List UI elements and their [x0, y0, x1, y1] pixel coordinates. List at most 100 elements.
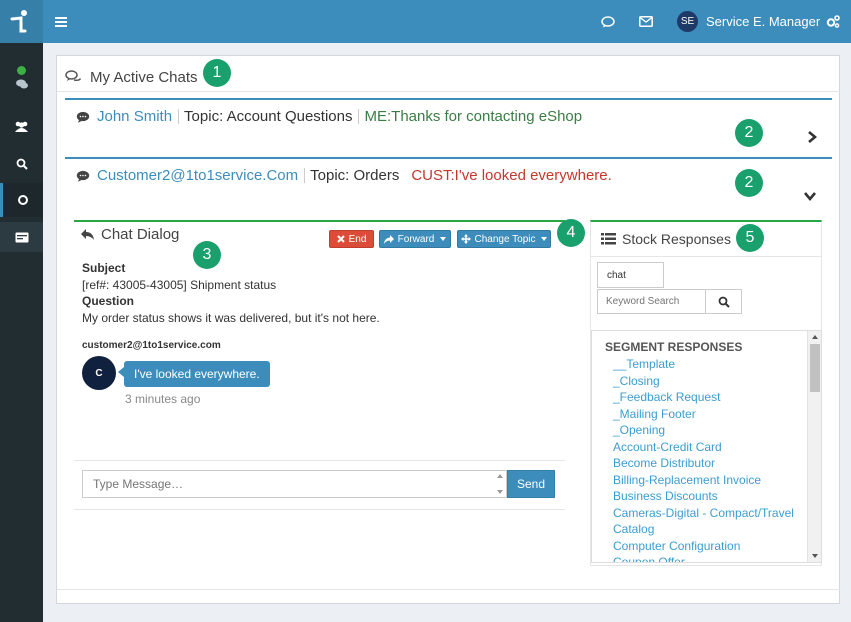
scroll-down-icon[interactable]: [812, 554, 818, 558]
divider: [57, 589, 840, 590]
cogs-icon: [826, 15, 840, 28]
forward-label: Forward: [397, 233, 435, 245]
change-topic-button[interactable]: Change Topic: [457, 230, 551, 248]
stock-responses-panel: Stock Responses 5 chat SEGMENT RESPONSES…: [590, 220, 822, 566]
avatar: C: [82, 356, 116, 390]
logo[interactable]: [0, 0, 43, 43]
chat-customer-name[interactable]: Customer2@1to1service.Com: [97, 167, 298, 184]
reply-icon: [81, 229, 94, 240]
chevron-right-icon[interactable]: [805, 130, 819, 144]
end-label: End: [348, 233, 367, 245]
message-bubble: I've looked everywhere.: [124, 361, 270, 387]
search-icon: [16, 158, 28, 170]
user-menu[interactable]: SE Service E. Manager: [677, 0, 820, 43]
scroll-up-icon[interactable]: [812, 335, 818, 339]
response-item[interactable]: Become Distributor: [613, 456, 715, 470]
spin-up-icon[interactable]: [497, 474, 503, 478]
scrollbar-thumb[interactable]: [810, 344, 820, 392]
response-item[interactable]: Catalog: [613, 522, 654, 536]
spin-down-icon[interactable]: [497, 490, 503, 494]
callout-badge-4: 4: [557, 219, 585, 247]
separator: [178, 109, 180, 124]
envelope-icon: [639, 16, 653, 27]
page-title: My Active Chats: [90, 68, 198, 86]
avatar: SE: [677, 11, 698, 32]
ticket-info: Subject [ref#: 43005-43005] Shipment sta…: [82, 260, 380, 326]
response-item[interactable]: Cameras-Digital - Compact/Travel: [613, 506, 794, 520]
divider: [57, 91, 840, 92]
message-sender: customer2@1to1service.com: [82, 340, 221, 351]
comment-icon: [601, 15, 615, 27]
callout-badge-1: 1: [203, 59, 231, 87]
response-item[interactable]: __Template: [613, 357, 675, 371]
dialog-title: Chat Dialog: [101, 226, 180, 243]
separator: [405, 168, 407, 183]
status-button[interactable]: [0, 62, 43, 92]
chat-row-customer2[interactable]: Customer2@1to1service.Com Topic: Orders …: [65, 157, 832, 213]
hamburger-icon: [55, 16, 67, 27]
response-item[interactable]: _Opening: [613, 423, 665, 437]
keyword-search-wrap: [597, 289, 706, 314]
response-item[interactable]: _Closing: [613, 374, 660, 388]
share-icon: [383, 234, 394, 244]
arrows-icon: [460, 234, 471, 244]
sidebar: [0, 0, 43, 622]
scrollbar[interactable]: [807, 331, 821, 562]
send-button[interactable]: Send: [507, 470, 555, 498]
end-button[interactable]: End: [329, 230, 374, 248]
menu-toggle[interactable]: [55, 0, 67, 43]
chats-icon: [15, 79, 28, 88]
chat-customer-name[interactable]: John Smith: [97, 108, 172, 125]
response-item[interactable]: _Feedback Request: [613, 390, 720, 404]
users-icon: [15, 121, 28, 132]
keyword-search-button[interactable]: [705, 289, 742, 314]
stock-header: Stock Responses: [601, 231, 731, 247]
chat-last-message: CUST:I've looked everywhere.: [411, 167, 612, 184]
response-item[interactable]: Computer Configuration: [613, 539, 740, 553]
sidebar-item-users[interactable]: [0, 112, 43, 142]
chevron-down-icon[interactable]: [803, 189, 817, 203]
chat-row-header: Customer2@1to1service.Com Topic: Orders …: [76, 167, 612, 184]
response-item[interactable]: Coupon Offer: [613, 555, 685, 562]
caret-down-icon: [541, 237, 548, 241]
logo-icon: [10, 10, 27, 33]
response-item[interactable]: Business Discounts: [613, 489, 718, 503]
search-icon: [718, 296, 730, 308]
settings-button[interactable]: [826, 0, 840, 43]
chat-notifications[interactable]: [601, 0, 615, 43]
status-online-icon: [17, 65, 26, 75]
forward-button[interactable]: Forward: [379, 230, 451, 248]
comments-icon: [65, 70, 82, 82]
id-card-icon: [15, 232, 28, 242]
sidebar-item-cards[interactable]: [0, 222, 43, 252]
chat-row-header: John Smith Topic: Account Questions ME:T…: [76, 108, 582, 125]
comment-bubble-icon: [76, 111, 90, 123]
responses-list: SEGMENT RESPONSES __Template _Closing _F…: [591, 330, 822, 563]
response-item[interactable]: Account-Credit Card: [613, 440, 722, 454]
separator: [358, 109, 360, 124]
chat-last-message: ME:Thanks for contacting eShop: [364, 108, 583, 125]
message-input[interactable]: [83, 471, 488, 497]
mail-notifications[interactable]: [639, 0, 653, 43]
comment-bubble-icon: [76, 170, 90, 182]
user-name: Service E. Manager: [706, 14, 821, 29]
tag-filter[interactable]: chat: [597, 262, 664, 288]
bubble-arrow: [118, 367, 124, 377]
caret-down-icon: [440, 237, 447, 241]
keyword-search-input[interactable]: [598, 290, 703, 313]
active-chats-panel: My Active Chats 1 John Smith Topic: Acco…: [56, 55, 840, 604]
response-item[interactable]: _Mailing Footer: [613, 407, 696, 421]
list-icon: [601, 233, 616, 245]
callout-badge-5: 5: [736, 224, 764, 252]
subject-heading: Subject: [82, 261, 126, 275]
response-item[interactable]: Billing-Replacement Invoice: [613, 473, 761, 487]
sidebar-item-search[interactable]: [0, 149, 43, 179]
question-heading: Question: [82, 294, 135, 308]
question-value: My order status shows it was delivered, …: [82, 310, 380, 325]
sidebar-item-active[interactable]: [0, 183, 43, 217]
chat-topic: Topic: Account Questions: [184, 108, 353, 125]
panel-header: My Active Chats: [65, 62, 198, 92]
chat-row-john-smith[interactable]: John Smith Topic: Account Questions ME:T…: [65, 98, 832, 153]
segment-heading: SEGMENT RESPONSES: [605, 340, 743, 354]
times-icon: [336, 235, 345, 243]
